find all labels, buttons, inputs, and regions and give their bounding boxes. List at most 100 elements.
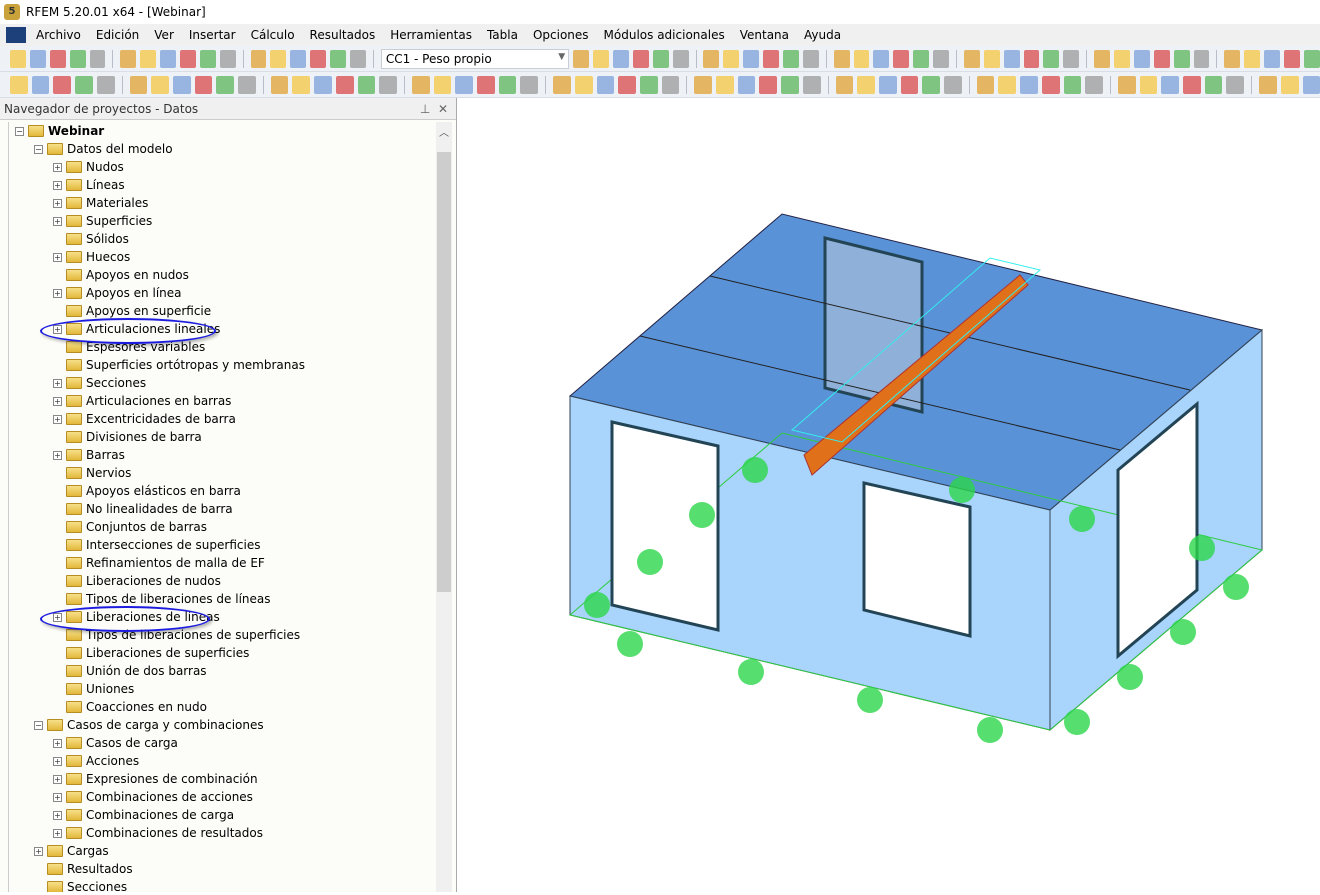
toolbar-tool-icon[interactable] (31, 75, 50, 94)
toolbar-tool-icon[interactable] (180, 49, 196, 68)
menu-1[interactable]: Edición (96, 28, 139, 42)
tree-item[interactable]: + Combinaciones de acciones (53, 788, 253, 806)
tree-item[interactable]: Conjuntos de barras (53, 518, 207, 536)
toolbar-tool-icon[interactable] (194, 75, 213, 94)
toolbar-tool-icon[interactable] (270, 75, 289, 94)
toolbar-tool-icon[interactable] (314, 75, 332, 94)
toolbar-tool-icon[interactable] (433, 75, 452, 94)
toolbar-tool-icon[interactable] (1117, 75, 1136, 94)
tree-item[interactable]: + Apoyos en línea (53, 284, 182, 302)
expand-icon[interactable]: + (53, 810, 62, 820)
toolbar-tool-icon[interactable] (652, 49, 669, 68)
collapse-icon[interactable]: − (15, 126, 24, 136)
tree-item[interactable]: No linealidades de barra (53, 500, 233, 518)
toolbar-tool-icon[interactable] (379, 75, 397, 94)
toolbar-tool-icon[interactable] (618, 75, 636, 94)
toolbar-tool-icon[interactable] (1259, 75, 1277, 94)
tree-scrollbar[interactable]: ︿ (436, 122, 452, 892)
tree-item[interactable]: + Articulaciones en barras (53, 392, 231, 410)
toolbar-tool-icon[interactable] (763, 49, 779, 68)
toolbar-tool-icon[interactable] (913, 49, 930, 68)
collapse-icon[interactable]: − (34, 144, 43, 154)
toolbar-tool-icon[interactable] (1204, 75, 1223, 94)
toolbar-tool-icon[interactable] (270, 49, 287, 68)
toolbar-tool-icon[interactable] (893, 49, 910, 68)
tree-item[interactable]: − Datos del modelo (34, 140, 173, 158)
toolbar-tool-icon[interactable] (199, 49, 216, 68)
expand-icon[interactable]: + (53, 198, 62, 208)
toolbar-tool-icon[interactable] (477, 75, 495, 94)
expand-icon[interactable]: + (34, 846, 43, 856)
toolbar-tool-icon[interactable] (129, 75, 148, 94)
toolbar-tool-icon[interactable] (1139, 75, 1158, 94)
toolbar-tool-icon[interactable] (661, 75, 680, 94)
toolbar-tool-icon[interactable] (737, 75, 756, 94)
menu-3[interactable]: Insertar (189, 28, 236, 42)
toolbar-tool-icon[interactable] (1284, 49, 1300, 68)
menu-5[interactable]: Resultados (310, 28, 376, 42)
menu-0[interactable]: Archivo (36, 28, 81, 42)
toolbar-tool-icon[interactable] (1094, 49, 1111, 68)
toolbar-tool-icon[interactable] (573, 49, 590, 68)
collapse-icon[interactable]: − (34, 720, 43, 730)
toolbar-tool-icon[interactable] (335, 75, 354, 94)
menu-6[interactable]: Herramientas (390, 28, 472, 42)
tree-item[interactable]: Nervios (53, 464, 131, 482)
tree-item[interactable]: + Barras (53, 446, 125, 464)
toolbar-tool-icon[interactable] (900, 75, 919, 94)
toolbar-tool-icon[interactable] (759, 75, 778, 94)
tree-item[interactable]: + Expresiones de combinación (53, 770, 258, 788)
toolbar-tool-icon[interactable] (250, 49, 267, 68)
menu-9[interactable]: Módulos adicionales (604, 28, 725, 42)
model-viewport[interactable] (461, 98, 1320, 892)
toolbar-tool-icon[interactable] (944, 75, 962, 94)
tree-item[interactable]: Apoyos en nudos (53, 266, 189, 284)
tree-item[interactable]: Superficies ortótropas y membranas (53, 356, 305, 374)
toolbar-tool-icon[interactable] (330, 49, 347, 68)
toolbar-tool-icon[interactable] (75, 75, 93, 94)
toolbar-tool-icon[interactable] (1173, 49, 1190, 68)
toolbar-tool-icon[interactable] (219, 49, 236, 68)
toolbar-tool-icon[interactable] (1224, 49, 1241, 68)
tree-item[interactable]: + Combinaciones de carga (53, 806, 234, 824)
toolbar-tool-icon[interactable] (96, 75, 115, 94)
toolbar-tool-icon[interactable] (216, 75, 235, 94)
toolbar-tool-icon[interactable] (976, 75, 995, 94)
menu-7[interactable]: Tabla (487, 28, 518, 42)
tree-item[interactable]: + Combinaciones de resultados (53, 824, 263, 842)
toolbar-tool-icon[interactable] (716, 75, 734, 94)
expand-icon[interactable]: + (53, 792, 62, 802)
toolbar-tool-icon[interactable] (1302, 75, 1320, 94)
toolbar-tool-icon[interactable] (922, 75, 941, 94)
toolbar-tool-icon[interactable] (1023, 49, 1040, 68)
tree-item[interactable]: Coacciones en nudo (53, 698, 207, 716)
expand-icon[interactable]: + (53, 378, 62, 388)
toolbar-tool-icon[interactable] (694, 75, 713, 94)
tree-item[interactable]: + Cargas (34, 842, 109, 860)
expand-icon[interactable]: + (53, 396, 62, 406)
tree-item[interactable]: + Superficies (53, 212, 152, 230)
toolbar-tool-icon[interactable] (160, 49, 177, 68)
toolbar-tool-icon[interactable] (1193, 49, 1210, 68)
toolbar-tool-icon[interactable] (172, 75, 191, 94)
toolbar-tool-icon[interactable] (723, 49, 740, 68)
tree-item[interactable]: + Nudos (53, 158, 124, 176)
toolbar-tool-icon[interactable] (873, 49, 890, 68)
toolbar-tool-icon[interactable] (292, 75, 311, 94)
expand-icon[interactable]: + (53, 828, 62, 838)
toolbar-tool-icon[interactable] (53, 75, 72, 94)
menu-4[interactable]: Cálculo (251, 28, 295, 42)
toolbar-tool-icon[interactable] (140, 49, 157, 68)
toolbar-tool-icon[interactable] (1161, 75, 1180, 94)
toolbar-tool-icon[interactable] (1183, 75, 1201, 94)
expand-icon[interactable]: + (53, 288, 62, 298)
toolbar-tool-icon[interactable] (357, 75, 376, 94)
scroll-up-icon[interactable]: ︿ (439, 124, 449, 139)
tree-item[interactable]: Resultados (34, 860, 133, 878)
toolbar-tool-icon[interactable] (1280, 75, 1299, 94)
tree-item[interactable]: Tipos de liberaciones de líneas (53, 590, 271, 608)
toolbar-tool-icon[interactable] (835, 75, 854, 94)
toolbar-tool-icon[interactable] (983, 49, 1000, 68)
toolbar-tool-icon[interactable] (69, 49, 86, 68)
toolbar-tool-icon[interactable] (498, 75, 517, 94)
